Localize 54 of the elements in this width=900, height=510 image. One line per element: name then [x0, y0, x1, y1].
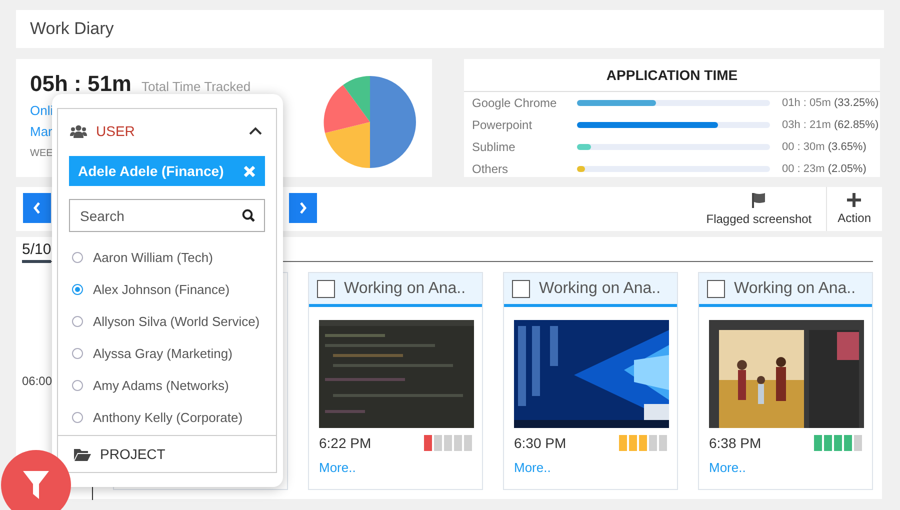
folder-icon — [74, 448, 91, 460]
capture-time: 6:22 PM — [319, 435, 372, 451]
user-option[interactable]: Aaron William (Tech) — [58, 241, 276, 273]
usage-reading: 03h : 21m (62.85%) — [782, 119, 879, 131]
chevron-up-icon — [249, 127, 262, 135]
user-option[interactable]: Anthony Kelly (Corporate) — [58, 401, 276, 433]
user-option[interactable]: Alex Johnson (Finance) — [58, 273, 276, 305]
plus-icon — [847, 193, 862, 207]
radio-button[interactable] — [72, 284, 83, 294]
action-button[interactable]: Action — [826, 187, 882, 231]
usage-reading: 01h : 05m (33.25%) — [782, 97, 879, 109]
users-icon — [70, 124, 87, 138]
checkbox[interactable] — [317, 280, 335, 298]
capture-time: 6:30 PM — [514, 435, 566, 451]
checkbox[interactable] — [707, 280, 725, 298]
capture-time: 6:38 PM — [709, 435, 762, 451]
week-label: WEE — [30, 148, 53, 159]
radio-button[interactable] — [72, 252, 83, 262]
radio-button[interactable] — [72, 316, 83, 326]
total-time: 05h : 51m — [30, 71, 132, 97]
chip-label: Adele Adele (Finance) — [78, 163, 224, 179]
user-option[interactable]: Amy Adams (Networks) — [58, 369, 276, 401]
usage-reading: 00 : 23m (2.05%) — [782, 163, 866, 175]
flagged-screenshot-button[interactable]: Flagged screenshot — [692, 187, 826, 231]
app-name: Google Chrome — [472, 96, 558, 110]
radio-button[interactable] — [72, 412, 83, 422]
time-label: 06:00 — [22, 374, 52, 388]
window-title: Work Diary — [30, 19, 114, 39]
chevron-right-icon — [299, 202, 307, 214]
user-option[interactable]: Alyssa Gray (Marketing) — [58, 337, 276, 369]
app-name: Others — [472, 162, 510, 176]
next-button[interactable] — [289, 193, 317, 223]
card-title: Working on Ana.. — [344, 280, 466, 298]
panel-title: APPLICATION TIME — [464, 59, 880, 92]
filter-icon — [23, 471, 49, 499]
flag-icon — [752, 192, 766, 208]
card-title: Working on Ana.. — [539, 280, 661, 298]
chevron-left-icon — [33, 202, 41, 214]
total-time-label: Total Time Tracked — [142, 79, 251, 94]
search-icon — [242, 209, 255, 222]
project-section-header[interactable]: PROJECT — [70, 436, 170, 472]
app-name: Powerpoint — [472, 118, 534, 132]
user-section-header[interactable]: USER — [58, 109, 276, 153]
filter-button[interactable] — [1, 450, 71, 510]
user-option[interactable]: Allyson Silva (World Service) — [58, 305, 276, 337]
previous-button[interactable] — [23, 193, 51, 223]
search-field[interactable]: Search — [69, 199, 265, 232]
close-icon[interactable] — [243, 164, 256, 178]
radio-button[interactable] — [72, 380, 83, 390]
radio-button[interactable] — [72, 348, 83, 358]
usage-reading: 00 : 30m (3.65%) — [782, 141, 866, 153]
app-name: Sublime — [472, 140, 516, 154]
card-title: Working on Ana.. — [734, 280, 856, 298]
checkbox[interactable] — [512, 280, 530, 298]
